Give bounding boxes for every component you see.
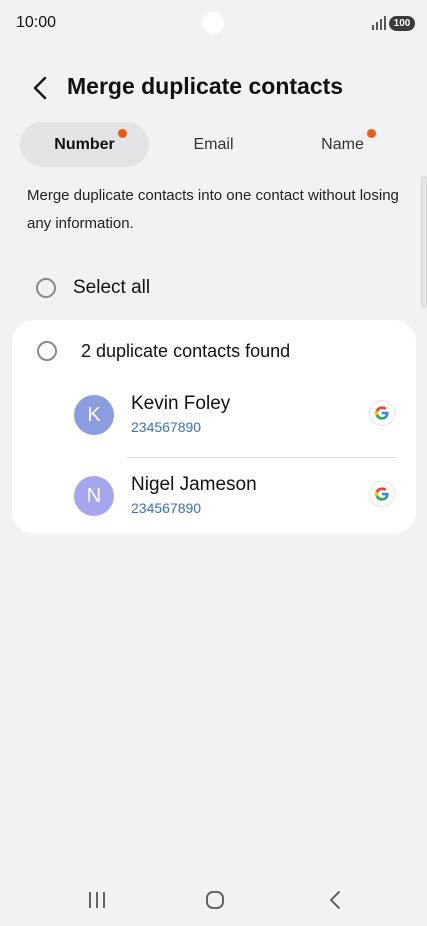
duplicate-group-radio[interactable] — [37, 341, 57, 361]
recent-apps-button[interactable] — [83, 888, 111, 912]
divider — [127, 457, 396, 458]
select-all-option[interactable]: Select all — [36, 270, 150, 306]
tab-number[interactable]: Number — [20, 122, 149, 167]
duplicate-group-card: 2 duplicate contacts found K Kevin Foley… — [12, 320, 416, 534]
tab-bar: Number Email Name — [20, 122, 407, 167]
app-header: Merge duplicate contacts — [0, 66, 427, 110]
contact-name: Nigel Jameson — [131, 474, 257, 495]
back-icon — [330, 891, 340, 909]
contact-row[interactable]: K Kevin Foley 234567890 — [12, 385, 416, 445]
tab-number-badge-dot — [117, 128, 127, 138]
tab-number-label: Number — [54, 135, 115, 153]
recent-apps-icon — [89, 892, 105, 908]
select-all-label: Select all — [73, 277, 151, 298]
google-icon — [370, 482, 394, 506]
tab-email[interactable]: Email — [149, 122, 278, 167]
navigation-bar — [0, 880, 427, 920]
tab-name[interactable]: Name — [278, 122, 407, 167]
tab-name-badge-dot — [366, 128, 376, 138]
avatar: N — [74, 476, 114, 516]
duplicate-group-header[interactable]: 2 duplicate contacts found — [37, 337, 290, 365]
signal-icon — [371, 16, 387, 30]
select-all-radio[interactable] — [36, 278, 56, 298]
contact-number: 234567890 — [131, 419, 202, 435]
contact-number: 234567890 — [131, 500, 202, 516]
chevron-left-icon — [33, 76, 47, 100]
tab-email-label: Email — [193, 135, 234, 153]
battery-icon: 100 — [389, 16, 415, 31]
home-icon — [206, 891, 224, 909]
back-button[interactable] — [24, 72, 56, 104]
home-button[interactable] — [201, 888, 229, 912]
avatar: K — [74, 395, 114, 435]
description-text: Merge duplicate contacts into one contac… — [27, 187, 399, 232]
nav-back-button[interactable] — [321, 888, 349, 912]
tab-name-label: Name — [321, 135, 364, 153]
scrollbar[interactable] — [421, 176, 427, 308]
status-bar: 10:00 100 — [0, 0, 427, 48]
contact-row[interactable]: N Nigel Jameson 234567890 — [12, 466, 416, 526]
contact-name: Kevin Foley — [131, 393, 231, 414]
google-icon — [370, 401, 394, 425]
page-title: Merge duplicate contacts — [67, 73, 344, 99]
status-time: 10:00 — [16, 14, 57, 31]
camera-cutout — [202, 12, 224, 34]
duplicate-group-title: 2 duplicate contacts found — [81, 340, 291, 361]
